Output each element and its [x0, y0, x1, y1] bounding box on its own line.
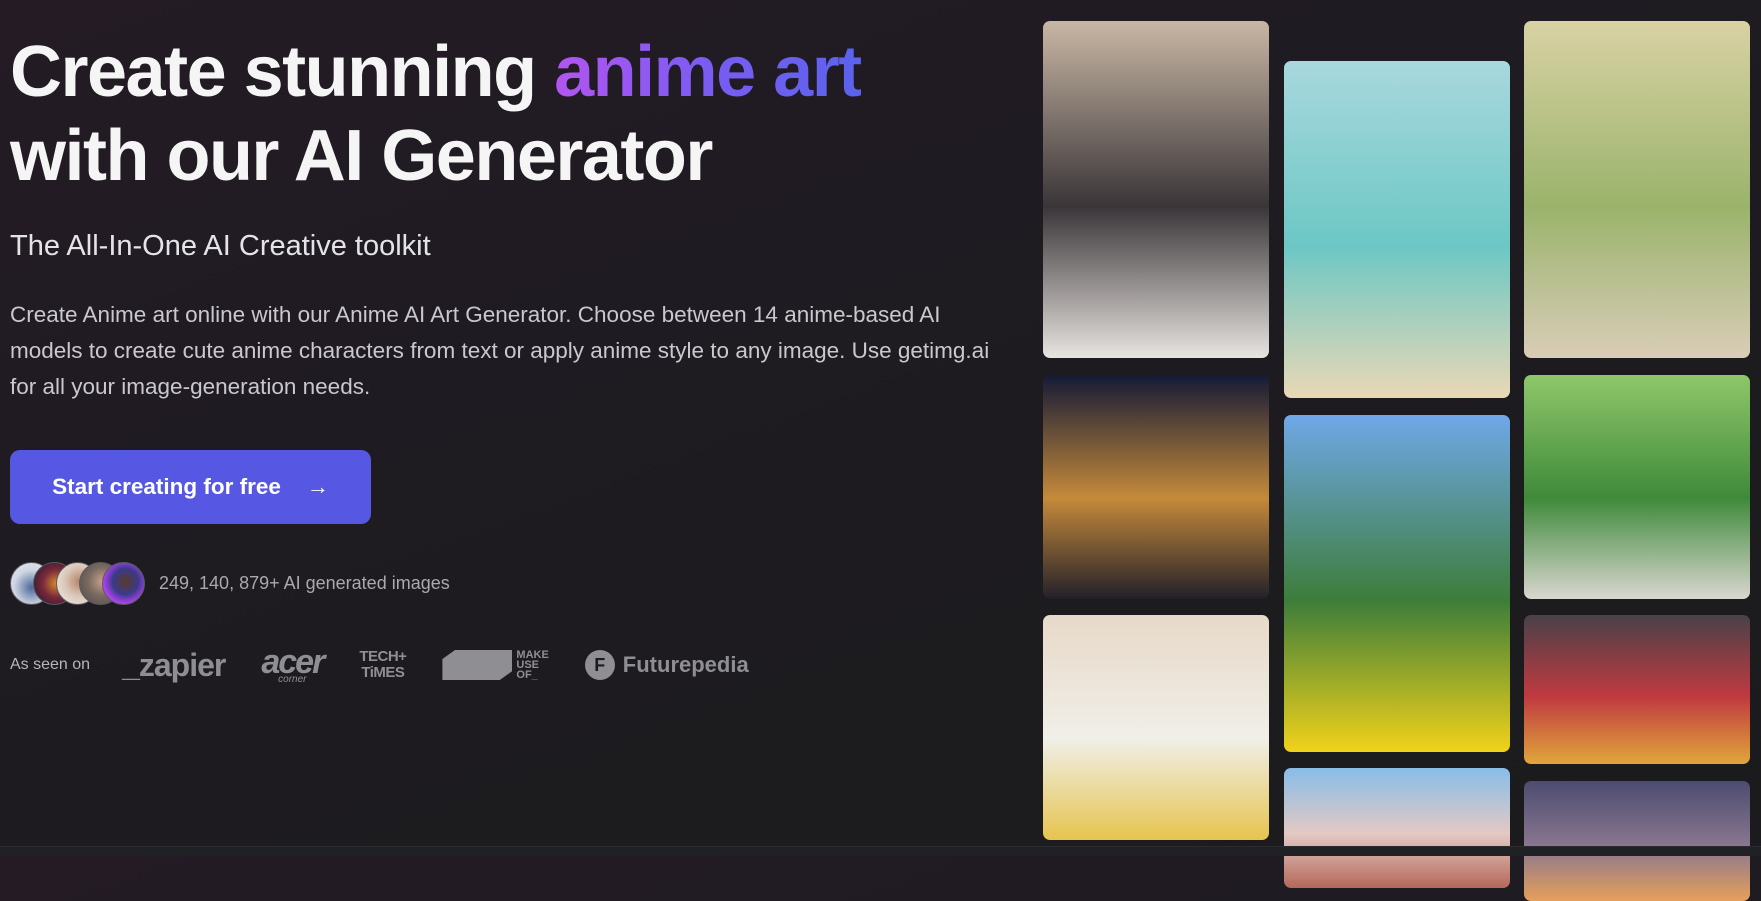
- gallery-image[interactable]: [1524, 375, 1750, 599]
- start-creating-label: Start creating for free: [52, 474, 281, 499]
- title-part-2: with our AI Generator: [10, 116, 713, 196]
- gallery-image[interactable]: [1043, 615, 1269, 840]
- title-part-1: Create stunning: [10, 32, 555, 112]
- gallery-image[interactable]: [1284, 415, 1510, 752]
- title-highlight: anime art: [554, 32, 862, 112]
- avatar-stack: [10, 562, 145, 605]
- makeuseof-text: MAKE USE OF_: [516, 650, 548, 681]
- avatar: [102, 562, 145, 605]
- makeuseof-logo: MAKE USE OF_: [442, 650, 549, 681]
- gallery-image[interactable]: [1284, 768, 1510, 888]
- gallery-image[interactable]: [1524, 615, 1750, 764]
- acer-logo-subtext: corner: [278, 674, 307, 685]
- gallery-image[interactable]: [1284, 61, 1510, 398]
- futurepedia-text: Futurepedia: [622, 652, 749, 677]
- start-creating-button[interactable]: Start creating for free →: [10, 450, 371, 524]
- gallery-image[interactable]: [1524, 21, 1750, 358]
- gallery-image[interactable]: [1043, 375, 1269, 599]
- social-proof: 249, 140, 879+ AI generated images: [10, 562, 450, 605]
- as-seen-on-label: As seen on: [10, 656, 91, 673]
- futurepedia-logo: F Futurepedia: [584, 650, 749, 680]
- arrow-right-icon: →: [306, 474, 329, 499]
- futurepedia-icon: F: [584, 650, 615, 680]
- subtitle: The All-In-One AI Creative toolkit: [10, 230, 431, 262]
- gallery-image[interactable]: [1524, 781, 1750, 901]
- as-seen-on: As seen on _zapier acer corner TECH+ TiM…: [10, 640, 785, 690]
- makeuseof-line-3: OF_: [516, 669, 538, 681]
- generated-images-count: 249, 140, 879+ AI generated images: [159, 573, 450, 593]
- acer-corner-logo: acer corner: [261, 645, 325, 685]
- gallery-image[interactable]: [1043, 21, 1269, 358]
- tech-times-logo: TECH+ TiMES: [359, 648, 407, 681]
- zapier-logo: _zapier: [122, 646, 226, 683]
- makeuseof-shape-icon: [442, 650, 513, 680]
- tech-times-line-2: TiMES: [361, 664, 405, 681]
- tech-times-line-1: TECH+: [359, 648, 407, 665]
- description: Create Anime art online with our Anime A…: [10, 302, 990, 399]
- page-title: Create stunning anime art with our AI Ge…: [10, 30, 1000, 198]
- hero-heading: Create stunning anime art with our AI Ge…: [10, 30, 1000, 198]
